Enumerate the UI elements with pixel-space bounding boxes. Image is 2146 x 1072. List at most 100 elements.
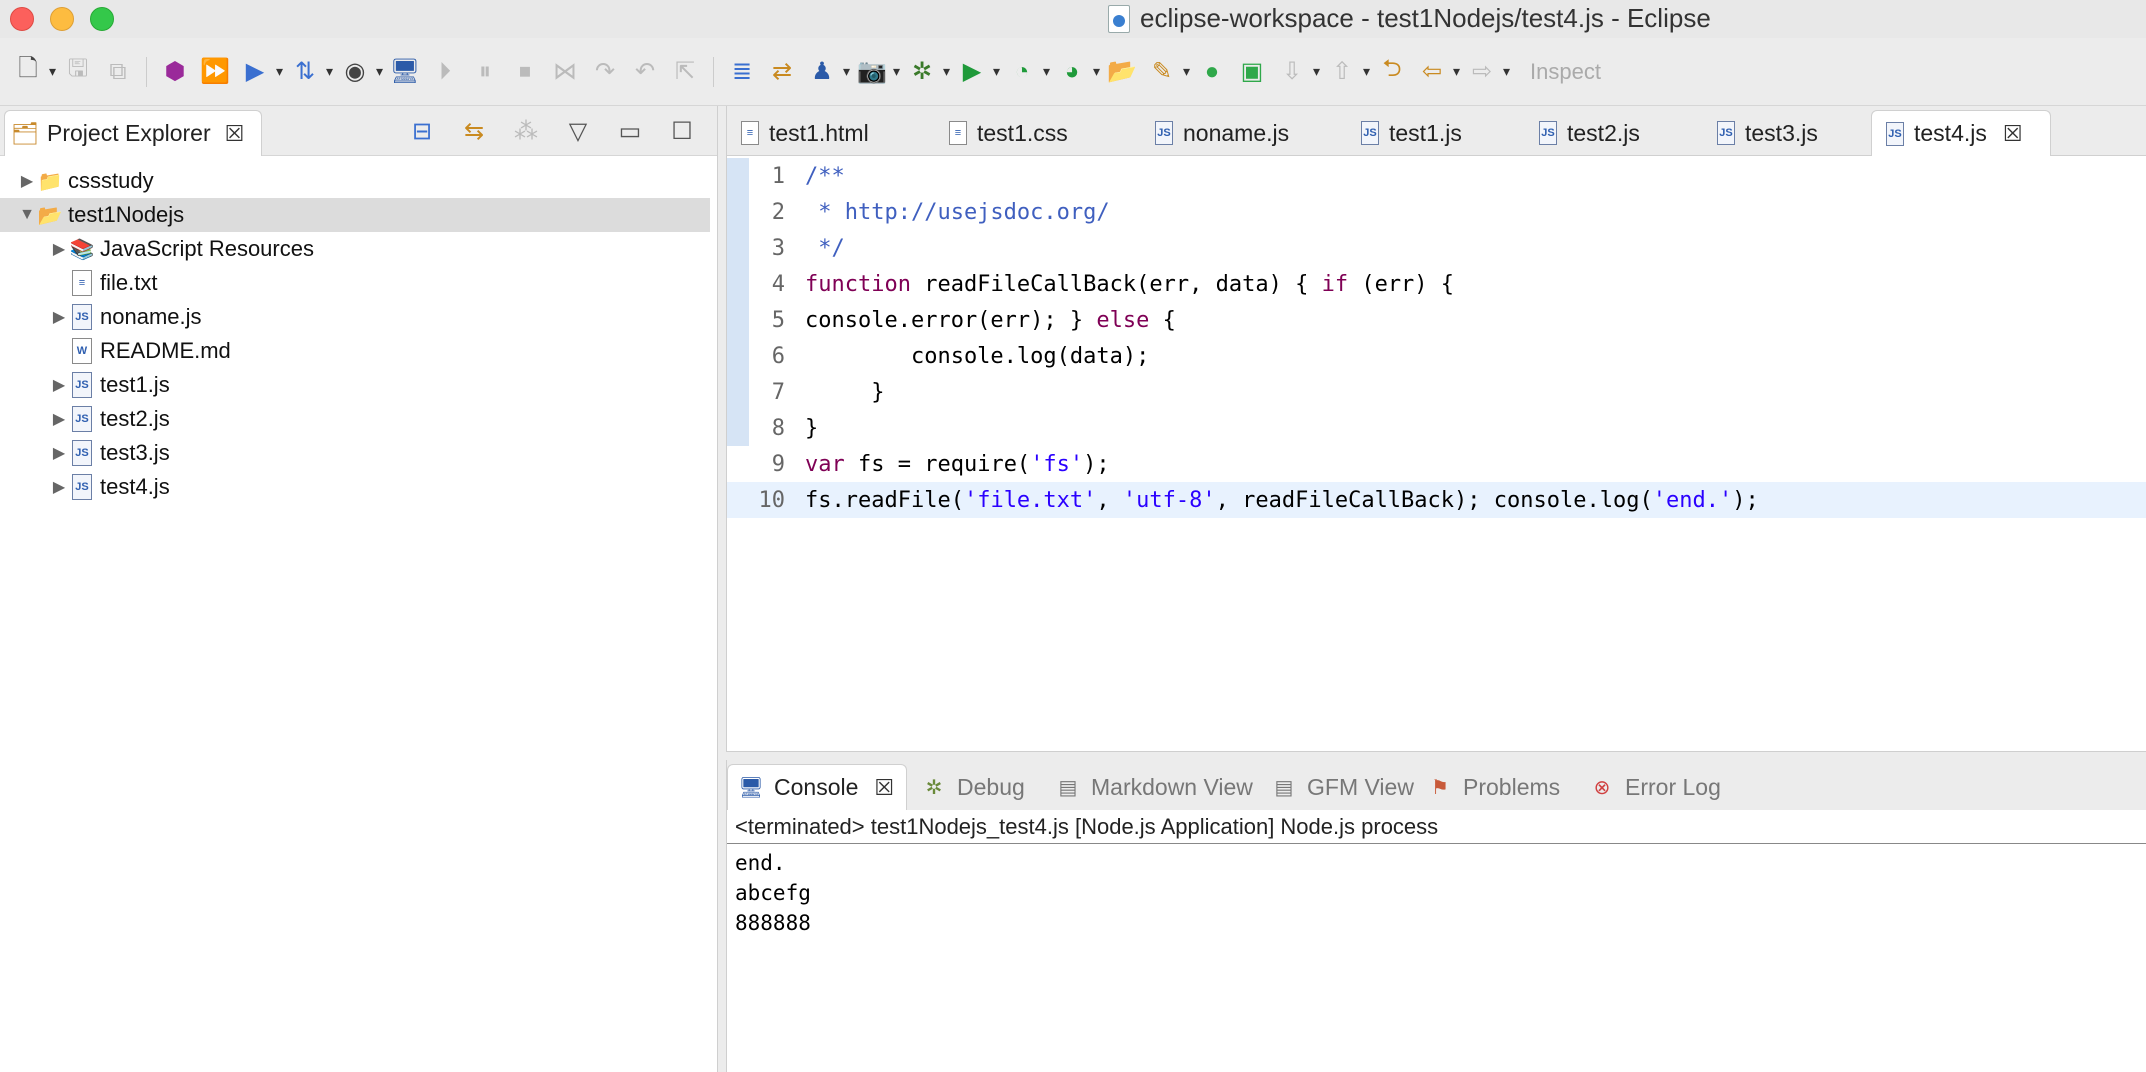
- coverage-icon[interactable]: ◔: [1004, 54, 1050, 90]
- tree-item-test2-js[interactable]: ▶ JS test2.js: [0, 402, 717, 436]
- zoom-window-button[interactable]: [90, 7, 114, 31]
- tab-test4-js[interactable]: JS test4.js ☒: [1871, 110, 2051, 156]
- next-annotation-icon[interactable]: ⇩: [1274, 54, 1320, 90]
- tab-problems[interactable]: ⚑ Problems: [1417, 764, 1560, 810]
- toolbar-separator: [713, 56, 714, 87]
- view-menu-icon[interactable]: ▽: [563, 116, 593, 146]
- tab-test1-html[interactable]: ≡ test1.html: [727, 110, 869, 156]
- tab-gfm-view[interactable]: ▤ GFM View: [1261, 764, 1414, 810]
- close-icon[interactable]: ☒: [225, 121, 245, 147]
- last-edit-icon[interactable]: ⮌: [1374, 54, 1410, 90]
- console-icon: 🖥: [738, 777, 764, 799]
- tab-error-log[interactable]: ⊗ Error Log: [1579, 764, 1721, 810]
- expand-arrow-icon[interactable]: ▶: [50, 409, 68, 429]
- back-icon[interactable]: ⇦: [1414, 54, 1460, 90]
- suspend-icon[interactable]: ⏸: [467, 54, 503, 90]
- tab-label: Console: [774, 774, 859, 800]
- green-square-icon[interactable]: ▣: [1234, 54, 1270, 90]
- tab-markdown-view[interactable]: ▤ Markdown View: [1045, 764, 1253, 810]
- tree-item-test1-js[interactable]: ▶ JS test1.js: [0, 368, 717, 402]
- camera-icon[interactable]: 📷: [854, 54, 900, 90]
- code-text: fs.readFile(: [805, 487, 964, 513]
- tab-test1-js[interactable]: JS test1.js: [1347, 110, 1462, 156]
- resume-icon[interactable]: ⏩: [197, 54, 233, 90]
- maximize-icon[interactable]: ☐: [667, 116, 697, 146]
- code-text: * http://usejsdoc.org/: [805, 199, 1110, 225]
- inspect-button[interactable]: Inspect: [1530, 59, 1601, 85]
- console-output[interactable]: end. abcefg 888888: [727, 844, 2146, 938]
- js-file-icon: JS: [68, 303, 96, 331]
- collapse-arrow-icon[interactable]: ▼: [18, 206, 36, 224]
- tab-test1-css[interactable]: ≡ test1.css: [935, 110, 1068, 156]
- use-step-filters-icon[interactable]: ≣: [724, 54, 760, 90]
- tree-item-test4-js[interactable]: ▶ JS test4.js: [0, 470, 717, 504]
- green-ball-icon[interactable]: ●: [1194, 54, 1230, 90]
- tree-item-test1nodejs[interactable]: ▼ 📂 test1Nodejs: [0, 198, 710, 232]
- step-over-icon[interactable]: ↷: [587, 54, 623, 90]
- filters-icon[interactable]: ⁂: [511, 116, 541, 146]
- project-explorer-icon: 🗂: [11, 120, 39, 146]
- code-text: ,: [1096, 487, 1123, 513]
- close-icon[interactable]: ☒: [874, 775, 894, 801]
- tab-test3-js[interactable]: JS test3.js: [1703, 110, 1818, 156]
- tree-item-test3-js[interactable]: ▶ JS test3.js: [0, 436, 717, 470]
- step-return-icon[interactable]: ↶: [627, 54, 663, 90]
- tab-noname-js[interactable]: JS noname.js: [1141, 110, 1289, 156]
- open-folder-icon[interactable]: 📂: [1104, 54, 1140, 90]
- expand-arrow-icon[interactable]: ▶: [50, 307, 68, 327]
- expand-arrow-icon[interactable]: ▶: [50, 375, 68, 395]
- forward-icon[interactable]: ⇨: [1464, 54, 1510, 90]
- tab-debug[interactable]: ✲ Debug: [911, 764, 1025, 810]
- line-number: 2: [771, 199, 785, 225]
- debug-icon[interactable]: ✲: [904, 54, 950, 90]
- collapse-all-icon[interactable]: ⊟: [407, 116, 437, 146]
- expand-arrow-icon[interactable]: ▶: [18, 171, 36, 191]
- stop-icon[interactable]: ⏹: [507, 54, 543, 90]
- tree-item-noname-js[interactable]: ▶ JS noname.js: [0, 300, 717, 334]
- tree-item-readme-md[interactable]: W README.md: [0, 334, 717, 368]
- code-area[interactable]: 1 /** 2 * http://usejsdoc.org/ 3 */ 4 fu…: [727, 158, 2146, 518]
- minimize-icon[interactable]: ▭: [615, 116, 645, 146]
- window-title-group: eclipse-workspace - test1Nodejs/test4.js…: [1108, 3, 1711, 34]
- expand-arrow-icon[interactable]: ▶: [50, 443, 68, 463]
- close-window-button[interactable]: [10, 7, 34, 31]
- run-icon[interactable]: ▶: [237, 54, 283, 90]
- open-perspective-icon[interactable]: ⇅: [287, 54, 333, 90]
- user-icon[interactable]: ◉: [337, 54, 383, 90]
- main-toolbar: 🗋 🖫 ⧉ ⬢ ⏩ ▶ ⇅ ◉ 🖥 ⏵ ⏸ ⏹ ⋈ ↷ ↶ ⇱ ≣ ⇄ ♟ 📷 …: [0, 38, 2146, 106]
- tree-item-file-txt[interactable]: ≡ file.txt: [0, 266, 717, 300]
- new-wizard-icon[interactable]: 🗋: [10, 54, 56, 90]
- expand-arrow-icon[interactable]: ▶: [50, 477, 68, 497]
- expand-arrow-icon[interactable]: ▶: [50, 239, 68, 259]
- debug-icon: ✲: [925, 776, 943, 799]
- tree-item-cssstudy[interactable]: ▶ 📁 cssstudy: [0, 164, 717, 198]
- close-icon[interactable]: ☒: [2003, 121, 2023, 147]
- link-editor-icon[interactable]: ⇆: [459, 116, 489, 146]
- highlighter-icon[interactable]: ✎: [1144, 54, 1190, 90]
- save-all-icon[interactable]: ⧉: [100, 54, 136, 90]
- tab-project-explorer[interactable]: 🗂 Project Explorer ☒: [4, 110, 262, 156]
- problems-icon: ⚑: [1431, 776, 1449, 799]
- js-file-icon: JS: [68, 439, 96, 467]
- tab-console[interactable]: 🖥 Console ☒: [727, 764, 907, 810]
- drop-to-frame-icon[interactable]: ⇱: [667, 54, 703, 90]
- console-icon[interactable]: 🖥: [387, 54, 423, 90]
- tree-item-label: JavaScript Resources: [100, 236, 314, 261]
- tab-label: test1.js: [1389, 119, 1462, 146]
- search-icon[interactable]: ⇄: [764, 54, 800, 90]
- code-line: 1 /**: [727, 158, 2146, 194]
- tab-test2-js[interactable]: JS test2.js: [1525, 110, 1640, 156]
- new-project-icon[interactable]: ♟: [804, 54, 850, 90]
- code-line: 2 * http://usejsdoc.org/: [727, 194, 2146, 230]
- code-line: 5 console.error(err); } else {: [727, 302, 2146, 338]
- minimize-window-button[interactable]: [50, 7, 74, 31]
- disconnect-icon[interactable]: ⋈: [547, 54, 583, 90]
- tree-item-javascript-resources[interactable]: ▶ 📚 JavaScript Resources: [0, 232, 717, 266]
- skip-breakpoints-icon[interactable]: ⬢: [157, 54, 193, 90]
- run-green-icon[interactable]: ▶: [954, 54, 1000, 90]
- code-text: /**: [805, 163, 845, 189]
- save-icon[interactable]: 🖫: [60, 54, 96, 90]
- prev-annotation-icon[interactable]: ⇧: [1324, 54, 1370, 90]
- external-tools-icon[interactable]: ◕: [1054, 54, 1100, 90]
- step-into-icon[interactable]: ⏵: [427, 54, 463, 90]
